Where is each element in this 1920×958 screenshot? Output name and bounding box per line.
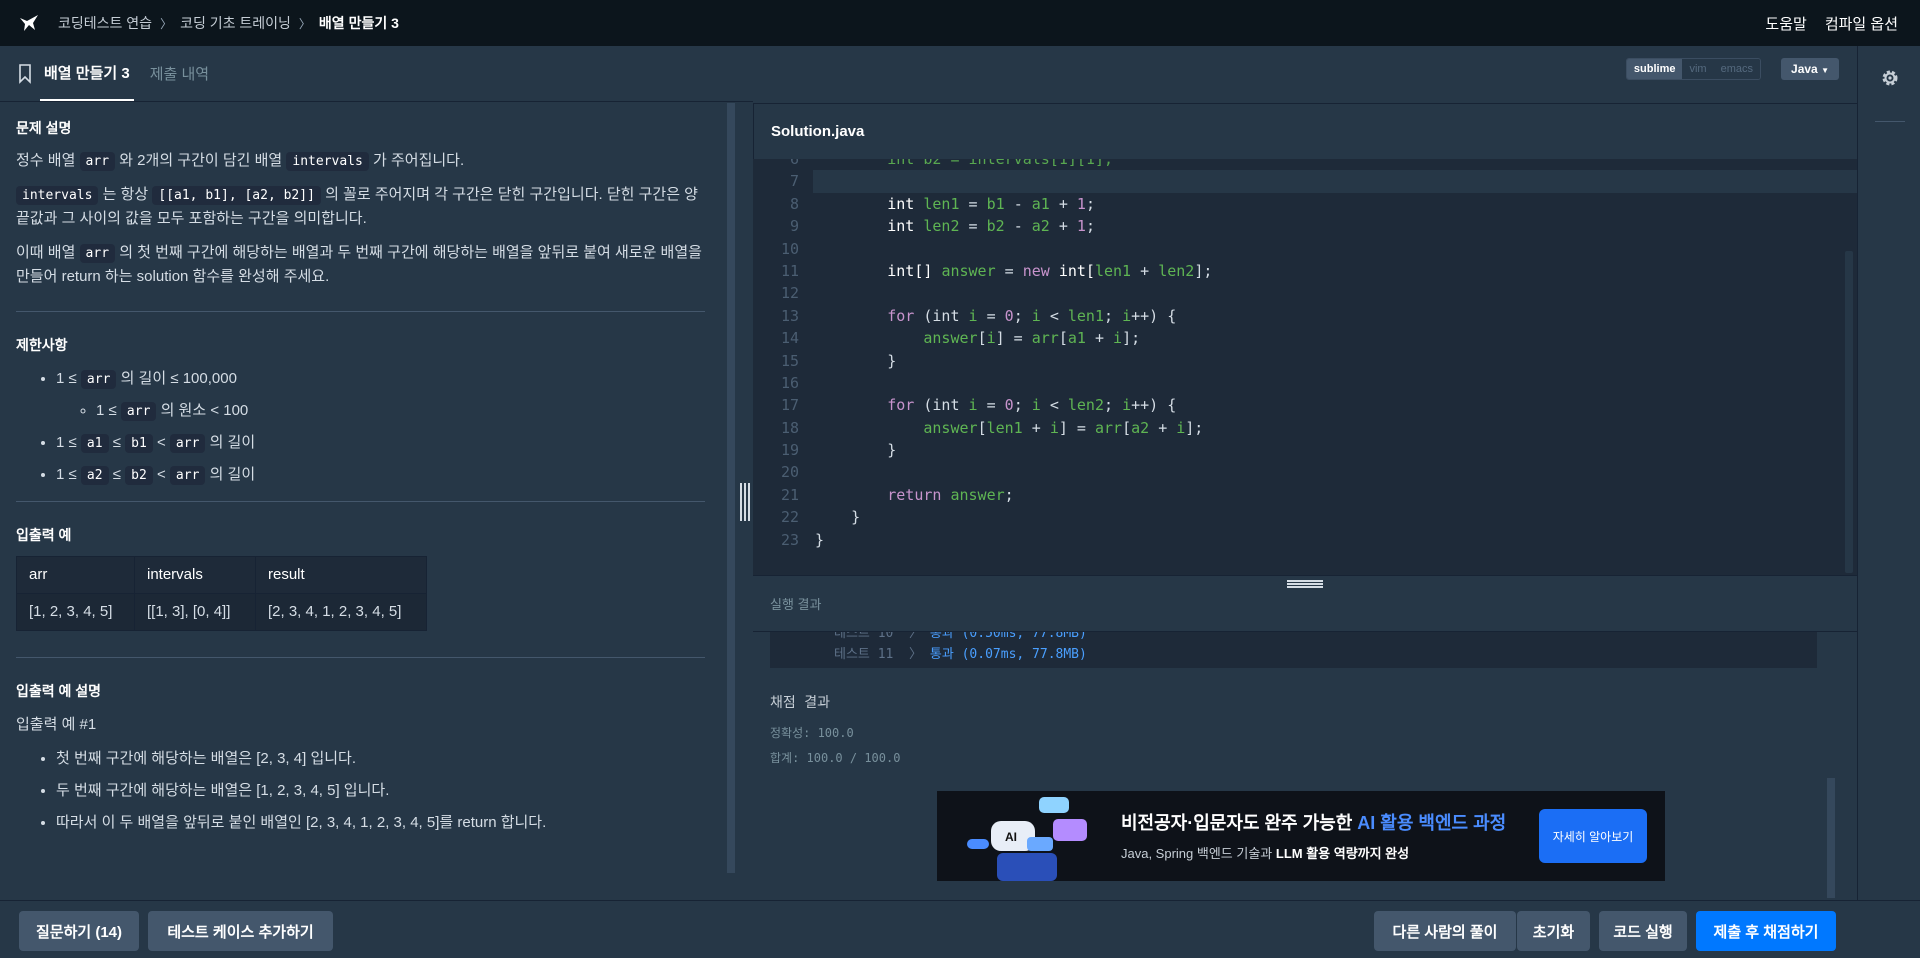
tab-problem[interactable]: 배열 만들기 3 bbox=[40, 45, 134, 101]
table-cell: [[1, 3], [0, 4]] bbox=[134, 593, 256, 632]
divider bbox=[1875, 121, 1905, 122]
problem-description: 문제 설명 정수 배열 arr 와 2개의 구간이 담긴 배열 interval… bbox=[0, 103, 728, 900]
code-line: int len1 = b1 - a1 + 1; bbox=[887, 194, 1095, 213]
breadcrumb-item[interactable]: 코딩 기초 트레이닝 bbox=[180, 13, 291, 33]
compile-options-link[interactable]: 컴파일 옵션 bbox=[1825, 13, 1898, 34]
test-result-row: 테스트 11 〉 통과 (0.07ms, 77.8MB) bbox=[834, 647, 1087, 662]
code-line: return answer; bbox=[887, 485, 1014, 504]
submit-button[interactable]: 제출 후 채점하기 bbox=[1696, 911, 1836, 951]
divider bbox=[16, 500, 705, 502]
table-header: result bbox=[255, 556, 427, 595]
code-line: for (int i = 0; i < len1; i++) { bbox=[887, 306, 1177, 325]
code-line: } bbox=[815, 530, 825, 549]
chevron-right-icon: 〉 bbox=[298, 16, 311, 31]
ad-banner[interactable]: AI 비전공자·입문자도 완주 가능한 AI 활용 백엔드 과정 Java, S… bbox=[937, 791, 1665, 881]
io-example-table: arr intervals result [1, 2, 3, 4, 5] [[1… bbox=[16, 556, 427, 632]
code-line: int len2 = b2 - a2 + 1; bbox=[887, 217, 1095, 236]
others-solutions-button[interactable]: 다른 사람의 풀이 bbox=[1374, 911, 1516, 951]
editor-toolbar: sublime vim emacs Java ▼ bbox=[753, 46, 1857, 102]
run-code-button[interactable]: 코드 실행 bbox=[1599, 911, 1687, 951]
accuracy-text: 정확성: 100.0 bbox=[770, 726, 854, 740]
bookmark-icon[interactable] bbox=[18, 63, 32, 84]
list-item: 따라서 이 두 배열을 앞뒤로 붙인 배열인 [2, 3, 4, 1, 2, 3… bbox=[56, 811, 712, 835]
code-line: for (int i = 0; i < len2; i++) { bbox=[887, 396, 1177, 415]
list-item: 1 ≤ arr 의 길이 ≤ 100,000 1 ≤ arr 의 원소 < 10… bbox=[56, 367, 712, 423]
breadcrumb-item[interactable]: 코딩테스트 연습 bbox=[58, 13, 152, 33]
result-scrollbar[interactable] bbox=[1827, 778, 1835, 898]
test-result-row: 테스트 10 〉 통과 (0.50ms, 77.8MB) bbox=[834, 631, 1087, 641]
code-line: answer[i] = arr[a1 + i]; bbox=[923, 329, 1141, 348]
section-title: 제한사항 bbox=[16, 337, 68, 354]
table-row: [1, 2, 3, 4, 5] [[1, 3], [0, 4]] [2, 3, … bbox=[16, 593, 427, 632]
ad-illustration: AI bbox=[957, 791, 1097, 881]
svg-text:AI: AI bbox=[1005, 830, 1017, 844]
code-line-current bbox=[813, 170, 1857, 193]
ad-subtitle: Java, Spring 백엔드 기술과 LLM 활용 역량까지 완성 bbox=[1121, 846, 1410, 861]
keymap-vim[interactable]: vim bbox=[1682, 59, 1714, 79]
breadcrumb-current: 배열 만들기 3 bbox=[318, 15, 399, 31]
settings-strip bbox=[1857, 46, 1920, 900]
section-title: 입출력 예 설명 bbox=[16, 683, 102, 700]
list-item: 1 ≤ a1 ≤ b1 < arr 의 길이 bbox=[56, 431, 712, 455]
section-title: 문제 설명 bbox=[16, 120, 72, 136]
code-lines: int b2 = intervals[1][1]; int len1 = b1 … bbox=[813, 159, 1857, 551]
ad-cta-button[interactable]: 자세히 알아보기 bbox=[1539, 809, 1647, 863]
list-item: 1 ≤ a2 ≤ b2 < arr 의 길이 bbox=[56, 463, 712, 487]
table-cell: [2, 3, 4, 1, 2, 3, 4, 5] bbox=[255, 593, 427, 632]
ask-question-button[interactable]: 질문하기 (14) bbox=[19, 911, 139, 951]
code-line: } bbox=[887, 441, 897, 460]
caret-down-icon: ▼ bbox=[1821, 66, 1829, 75]
table-header: intervals bbox=[134, 556, 256, 595]
code-scrollbar[interactable] bbox=[1845, 251, 1853, 573]
ad-headline: 비전공자·입문자도 완주 가능한 AI 활용 백엔드 과정 bbox=[1121, 813, 1507, 833]
total-text: 합계: 100.0 / 100.0 bbox=[770, 751, 901, 765]
code-line: int[] answer = new int[len1 + len2]; bbox=[887, 261, 1213, 280]
bottom-action-bar: 질문하기 (14) 테스트 케이스 추가하기 다른 사람의 풀이 초기화 코드 … bbox=[0, 900, 1920, 958]
problem-tab-bar: 배열 만들기 3 제출 내역 bbox=[0, 46, 753, 102]
top-nav: 코딩테스트 연습 〉 코딩 기초 트레이닝 〉 배열 만들기 3 도움말 컴파일… bbox=[0, 0, 1920, 46]
panel-resize-handle[interactable] bbox=[737, 103, 753, 900]
keymap-selector: sublime vim emacs bbox=[1625, 58, 1761, 80]
code-line: answer[len1 + i] = arr[a2 + i]; bbox=[923, 418, 1204, 437]
description-scrollbar[interactable] bbox=[727, 103, 735, 873]
section-title: 입출력 예 bbox=[16, 526, 72, 543]
editor-filename: Solution.java bbox=[753, 103, 1857, 159]
line-number-gutter: 6 7 8 9 10 11 12 13 14 15 16 17 18 19 20… bbox=[780, 159, 799, 549]
paragraph: 입출력 예 #1 bbox=[16, 715, 97, 733]
help-link[interactable]: 도움말 bbox=[1765, 13, 1806, 34]
result-resize-handle[interactable] bbox=[1287, 580, 1323, 588]
paragraph: intervals 는 항상 [[a1, b1], [a2, b2]] 의 꼴로… bbox=[16, 186, 698, 228]
keymap-sublime[interactable]: sublime bbox=[1626, 59, 1683, 79]
gear-icon[interactable] bbox=[1880, 68, 1900, 88]
code-editor[interactable]: 6 7 8 9 10 11 12 13 14 15 16 17 18 19 20… bbox=[753, 159, 1857, 575]
limits-list: 1 ≤ arr 의 길이 ≤ 100,000 1 ≤ arr 의 원소 < 10… bbox=[16, 367, 712, 487]
list-item: 첫 번째 구간에 해당하는 배열은 [2, 3, 4] 입니다. bbox=[56, 747, 712, 771]
io-explanation-list: 첫 번째 구간에 해당하는 배열은 [2, 3, 4] 입니다. 두 번째 구간… bbox=[16, 747, 712, 835]
tab-submissions[interactable]: 제출 내역 bbox=[146, 45, 213, 101]
code-line: int b2 = intervals[1][1]; bbox=[887, 159, 1114, 168]
code-line: } bbox=[887, 351, 897, 370]
breadcrumb: 코딩테스트 연습 〉 코딩 기초 트레이닝 〉 배열 만들기 3 bbox=[58, 13, 399, 33]
test-result-box: 테스트 10 〉 통과 (0.50ms, 77.8MB) 테스트 11 〉 통과… bbox=[770, 632, 1817, 668]
table-cell: [1, 2, 3, 4, 5] bbox=[16, 593, 135, 632]
paragraph: 정수 배열 arr 와 2개의 구간이 담긴 배열 intervals 가 주어… bbox=[16, 152, 465, 172]
chevron-right-icon: 〉 bbox=[160, 16, 173, 31]
paragraph: 이때 배열 arr 의 첫 번째 구간에 해당하는 배열과 두 번째 구간에 해… bbox=[16, 244, 702, 286]
keymap-emacs[interactable]: emacs bbox=[1713, 59, 1760, 79]
add-testcase-button[interactable]: 테스트 케이스 추가하기 bbox=[148, 911, 333, 951]
programmers-logo-icon[interactable] bbox=[18, 12, 40, 34]
reset-button[interactable]: 초기화 bbox=[1517, 911, 1590, 951]
divider bbox=[16, 311, 705, 313]
list-item: 1 ≤ arr 의 원소 < 100 bbox=[96, 399, 712, 423]
code-line: } bbox=[851, 508, 861, 527]
list-item: 두 번째 구간에 해당하는 배열은 [1, 2, 3, 4, 5] 입니다. bbox=[56, 779, 712, 803]
table-header: arr bbox=[16, 556, 135, 595]
language-select[interactable]: Java ▼ bbox=[1781, 58, 1839, 80]
divider bbox=[16, 657, 705, 659]
grade-title: 채점 결과 bbox=[770, 695, 830, 711]
